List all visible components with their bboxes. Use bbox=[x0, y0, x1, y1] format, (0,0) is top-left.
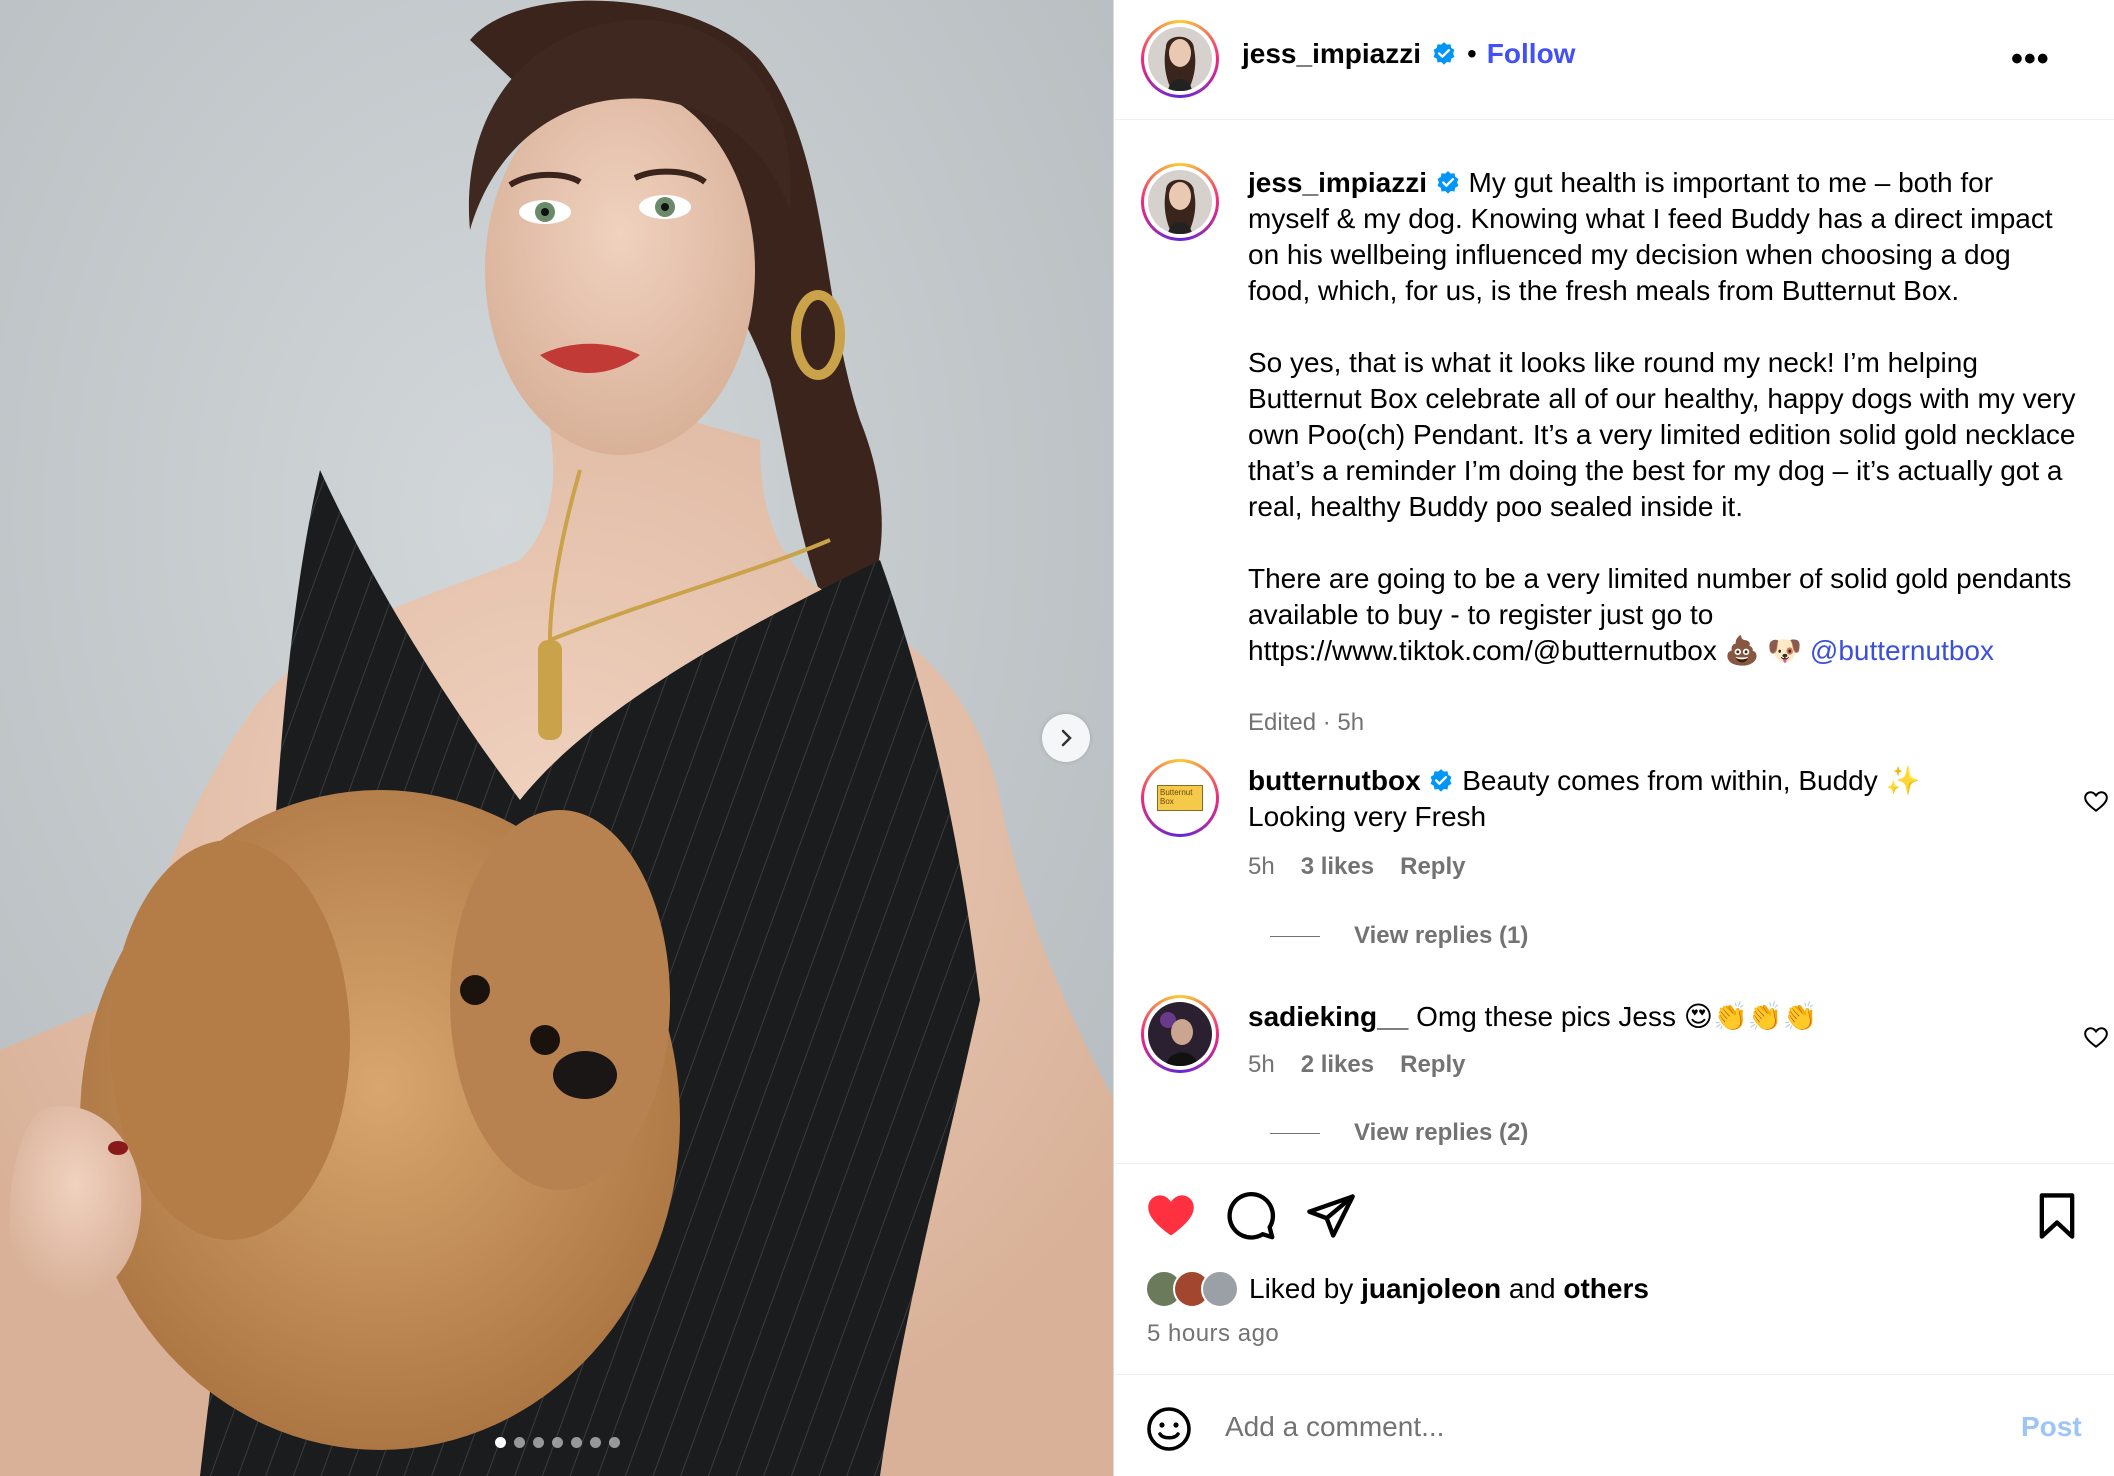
caption-text: jess_impiazzi My gut health is important… bbox=[1248, 165, 2078, 741]
replies-divider bbox=[1270, 935, 1320, 937]
comment-input[interactable] bbox=[1225, 1399, 1965, 1455]
comment-likes[interactable]: 3 likes bbox=[1301, 853, 1374, 881]
carousel-dot bbox=[570, 1437, 582, 1448]
next-image-button[interactable] bbox=[1042, 714, 1090, 762]
heart-icon[interactable] bbox=[2083, 1025, 2109, 1051]
comment-avatar[interactable]: Butternut Box bbox=[1141, 759, 1219, 837]
carousel-dot bbox=[551, 1437, 563, 1448]
comment-meta: 5h 2 likes Reply bbox=[1248, 1051, 1465, 1079]
caption-avatar-image bbox=[1148, 170, 1212, 234]
verified-badge-icon bbox=[1437, 171, 1459, 194]
chevron-right-icon bbox=[1061, 729, 1072, 747]
comment-reply-button[interactable]: Reply bbox=[1400, 1051, 1465, 1079]
more-icon: ••• bbox=[2011, 40, 2050, 78]
comment-meta: 5h 3 likes Reply bbox=[1248, 853, 1465, 881]
author-avatar[interactable] bbox=[1141, 20, 1219, 98]
share-icon[interactable] bbox=[1305, 1190, 1357, 1242]
caption-username[interactable]: jess_impiazzi bbox=[1248, 167, 1427, 198]
liked-by-others[interactable]: others bbox=[1563, 1273, 1649, 1305]
comment-username[interactable]: butternutbox bbox=[1248, 765, 1421, 796]
replies-divider bbox=[1270, 1132, 1320, 1134]
liker-avatars bbox=[1145, 1270, 1239, 1308]
view-replies-label: View replies (2) bbox=[1354, 1119, 1529, 1146]
comment-likes[interactable]: 2 likes bbox=[1301, 1051, 1374, 1079]
caption-avatar[interactable] bbox=[1141, 163, 1219, 241]
caption-paragraph-2: So yes, that is what it looks like round… bbox=[1248, 347, 2076, 522]
post-timestamp[interactable]: 5 hours ago bbox=[1147, 1320, 1279, 1348]
more-options-button[interactable]: ••• bbox=[2011, 40, 2050, 79]
liked-by-user[interactable]: juanjoleon bbox=[1361, 1273, 1501, 1305]
photo-illustration bbox=[0, 0, 1113, 1476]
caption-meta: Edited · 5h bbox=[1248, 709, 1365, 736]
view-replies-button[interactable]: View replies (1) bbox=[1270, 922, 1528, 950]
liker-avatar[interactable] bbox=[1201, 1270, 1239, 1308]
author-avatar-image bbox=[1148, 27, 1212, 91]
butternutbox-logo: Butternut Box bbox=[1157, 785, 1203, 811]
carousel-indicator bbox=[0, 1437, 1113, 1448]
comment-time: 5h bbox=[1248, 1051, 1275, 1078]
comment-avatar-image bbox=[1148, 1002, 1212, 1066]
post-header: jess_impiazzi • Follow ••• bbox=[1115, 0, 2114, 120]
like-button[interactable] bbox=[1145, 1190, 1197, 1242]
comment-username[interactable]: sadieking__ bbox=[1248, 1001, 1408, 1032]
bookmark-icon[interactable] bbox=[2031, 1190, 2083, 1242]
author-username[interactable]: jess_impiazzi bbox=[1242, 38, 1421, 70]
caption-mention-link[interactable]: @butternutbox bbox=[1810, 635, 1994, 666]
follow-button[interactable]: Follow bbox=[1487, 38, 1576, 70]
separator: • bbox=[1466, 38, 1477, 69]
header-line: jess_impiazzi • Follow bbox=[1242, 38, 1575, 70]
liked-by: Liked by juanjoleon and others bbox=[1145, 1270, 1649, 1308]
post-image[interactable] bbox=[0, 0, 1114, 1476]
post-side-panel: jess_impiazzi • Follow ••• jess_impiazzi… bbox=[1115, 0, 2114, 1476]
comment-composer: Post bbox=[1115, 1374, 2114, 1476]
verified-badge-icon bbox=[1433, 42, 1455, 65]
comment-time: 5h bbox=[1248, 853, 1275, 880]
carousel-dot bbox=[494, 1437, 506, 1448]
comment-reply-button[interactable]: Reply bbox=[1400, 853, 1465, 881]
carousel-dot bbox=[513, 1437, 525, 1448]
comment-icon[interactable] bbox=[1225, 1190, 1277, 1242]
carousel-dot bbox=[589, 1437, 601, 1448]
comment-text: Omg these pics Jess 😍👏👏👏 bbox=[1416, 1001, 1818, 1032]
liked-by-mid: and bbox=[1501, 1273, 1564, 1304]
emoji-icon[interactable] bbox=[1145, 1405, 1193, 1453]
post-actions: Liked by juanjoleon and others 5 hours a… bbox=[1115, 1163, 2114, 1373]
heart-icon[interactable] bbox=[2083, 789, 2109, 815]
comment-body: butternutbox Beauty comes from within, B… bbox=[1248, 763, 1978, 835]
view-replies-label: View replies (1) bbox=[1354, 922, 1529, 949]
comment-body: sadieking__ Omg these pics Jess 😍👏👏👏 bbox=[1248, 999, 1978, 1035]
comments-section[interactable]: jess_impiazzi My gut health is important… bbox=[1115, 121, 2114, 1164]
carousel-dot bbox=[532, 1437, 544, 1448]
post-comment-button[interactable]: Post bbox=[2021, 1411, 2082, 1443]
liked-by-prefix: Liked by bbox=[1249, 1273, 1362, 1304]
comment-avatar[interactable] bbox=[1141, 995, 1219, 1073]
verified-badge-icon bbox=[1431, 769, 1452, 792]
view-replies-button[interactable]: View replies (2) bbox=[1270, 1119, 1528, 1147]
carousel-dot bbox=[608, 1437, 620, 1448]
